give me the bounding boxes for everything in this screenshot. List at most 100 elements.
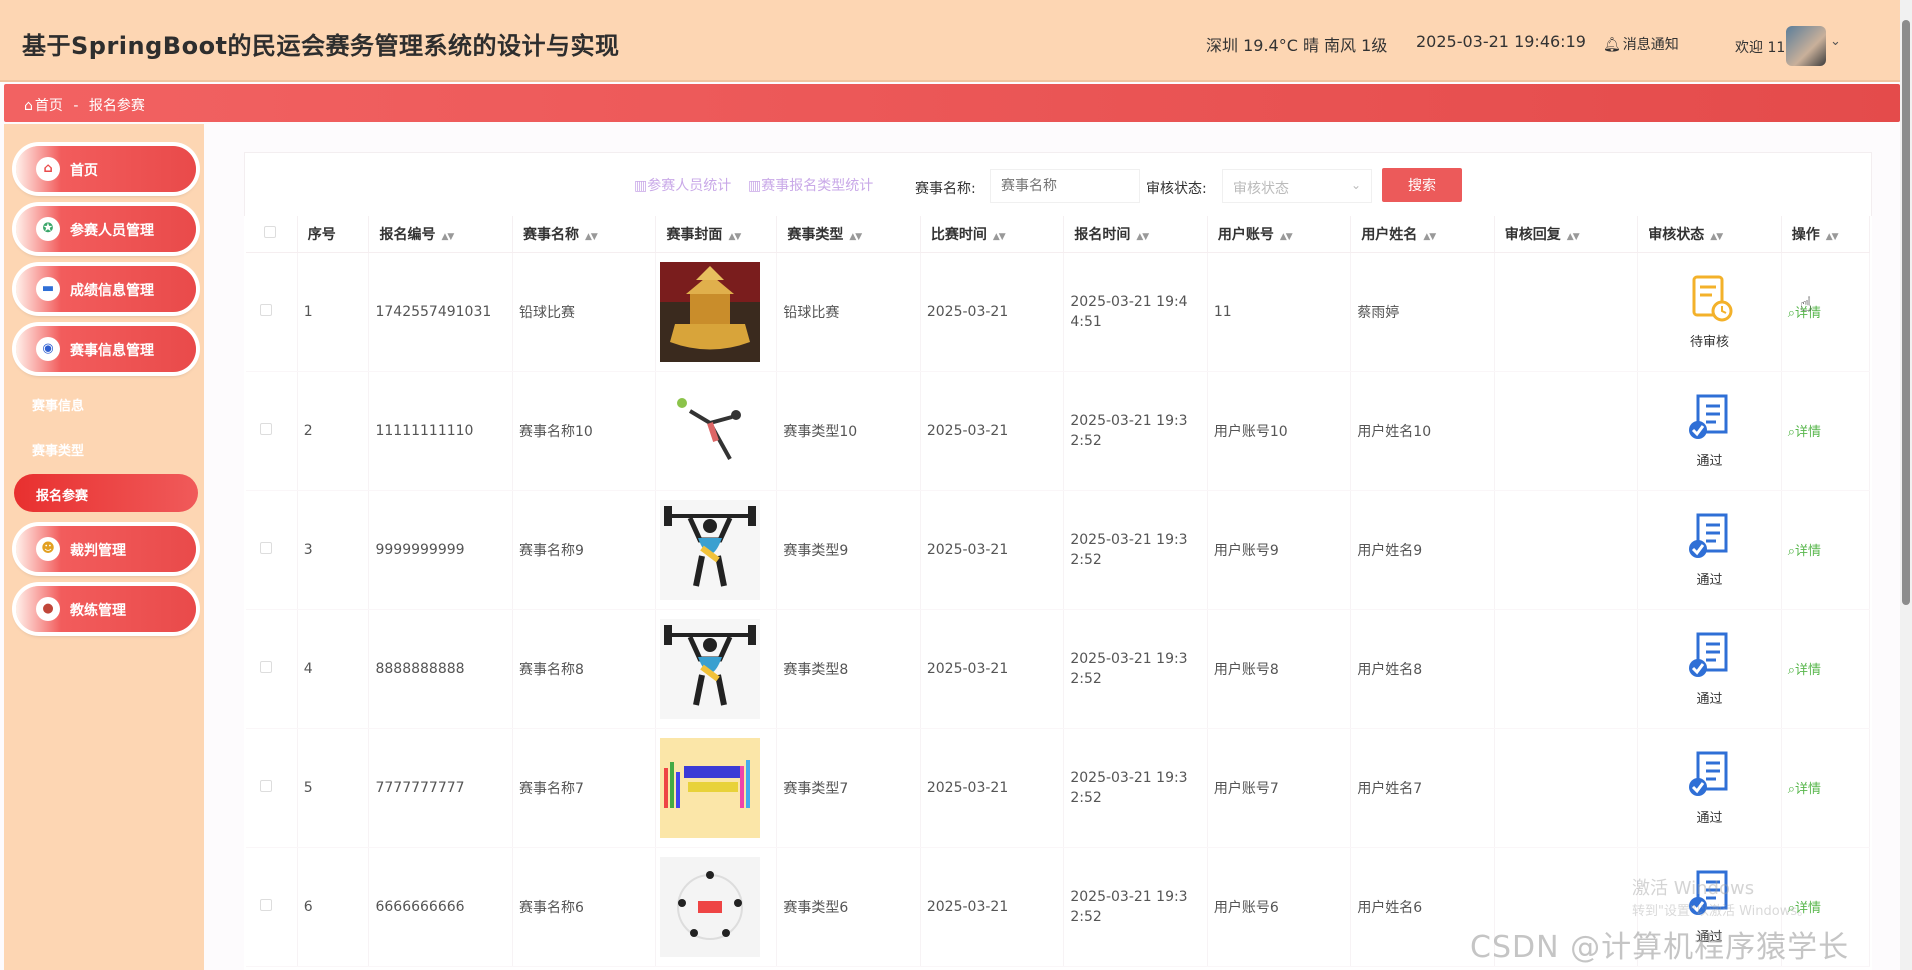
row-checkbox[interactable]	[246, 371, 298, 491]
cell-cover	[655, 847, 778, 967]
sort-icon[interactable]: ▲▼	[1136, 232, 1149, 242]
cell-no: 3	[297, 490, 370, 610]
notify-label: 消息通知	[1622, 37, 1679, 53]
cell-account: 用户账号7	[1207, 728, 1352, 848]
home-icon[interactable]: ⌂	[24, 98, 33, 114]
sidebar-item-label: 成绩信息管理	[70, 283, 154, 299]
cell-code: 7777777777	[368, 728, 513, 848]
cell-reply	[1494, 252, 1639, 372]
row-checkbox[interactable]	[246, 847, 298, 967]
col-header[interactable]: 赛事封面 ▲▼	[655, 216, 778, 253]
cell-no: 6	[297, 847, 370, 967]
col-header[interactable]: 审核回复 ▲▼	[1494, 216, 1639, 253]
event-cover-image	[660, 499, 776, 600]
breadcrumb-home[interactable]: 首页	[35, 98, 63, 114]
col-header[interactable]: 赛事类型 ▲▼	[776, 216, 921, 253]
row-checkbox[interactable]	[246, 728, 298, 848]
cell-reg-time: 2025-03-21 19:32:52	[1063, 609, 1208, 729]
sort-icon[interactable]: ▲▼	[728, 232, 741, 242]
chevron-down-icon[interactable]: ⌄	[1830, 34, 1841, 49]
sort-icon[interactable]: ▲▼	[1826, 232, 1839, 242]
col-header[interactable]: 操作 ▲▼	[1781, 216, 1871, 253]
cell-account: 用户账号10	[1207, 371, 1352, 491]
cell-reg-time: 2025-03-21 19:32:52	[1063, 490, 1208, 610]
sidebar-item-home[interactable]: ⌂ 首页	[16, 146, 196, 192]
cell-reply	[1494, 490, 1639, 610]
cell-status: 通过	[1637, 728, 1782, 848]
cell-event-type: 赛事类型9	[776, 490, 921, 610]
col-header[interactable]: 报名编号 ▲▼	[368, 216, 513, 253]
participant-stats-link[interactable]: ▥参赛人员统计	[634, 175, 731, 195]
cell-actions: ⌕详情	[1781, 252, 1871, 372]
col-header[interactable]: 报名时间 ▲▼	[1063, 216, 1208, 253]
detail-button[interactable]: ⌕详情	[1788, 782, 1821, 797]
cell-no: 1	[297, 252, 370, 372]
row-checkbox[interactable]	[246, 252, 298, 372]
sort-icon[interactable]: ▲▼	[849, 232, 862, 242]
sidebar-item-events[interactable]: ◉ 赛事信息管理	[16, 326, 196, 372]
cell-code: 9999999999	[368, 490, 513, 610]
status-text: 通过	[1696, 692, 1723, 707]
review-status-select[interactable]: 审核状态 ⌄	[1222, 169, 1372, 203]
sort-icon[interactable]: ▲▼	[441, 232, 454, 242]
event-cover-image	[660, 380, 776, 481]
sort-icon[interactable]: ▲▼	[993, 232, 1006, 242]
scrollbar-thumb[interactable]	[1902, 20, 1910, 605]
search-button[interactable]: 搜索	[1382, 168, 1462, 202]
sidebar-item-label: 报名参赛	[36, 489, 89, 504]
badge-icon: ✪	[36, 217, 60, 241]
sidebar-sub-event-type[interactable]: 赛事类型	[32, 440, 84, 459]
sort-icon[interactable]: ▲▼	[1280, 232, 1293, 242]
sort-icon[interactable]: ▲▼	[585, 232, 598, 242]
sidebar-item-label: 参赛人员管理	[70, 223, 154, 239]
cell-no: 2	[297, 371, 370, 491]
cell-event-name: 赛事名称9	[512, 490, 657, 610]
col-header[interactable]: 用户姓名 ▲▼	[1350, 216, 1495, 253]
registration-type-stats-link[interactable]: ▥赛事报名类型统计	[748, 175, 873, 195]
cell-status: 通过	[1637, 371, 1782, 491]
cell-match-time: 2025-03-21	[920, 609, 1065, 729]
cell-cover	[655, 609, 778, 729]
sidebar-item-referees[interactable]: ☻ 裁判管理	[16, 526, 196, 572]
sidebar-item-scores[interactable]: ▬ 成绩信息管理	[16, 266, 196, 312]
sort-icon[interactable]: ▲▼	[1567, 232, 1580, 242]
sort-icon[interactable]: ▲▼	[1710, 232, 1723, 242]
sidebar-sub-event-info[interactable]: 赛事信息	[32, 395, 84, 414]
detail-button[interactable]: ⌕详情	[1788, 425, 1821, 440]
search-icon: ⌕	[1787, 663, 1796, 678]
cell-username: 用户姓名7	[1350, 728, 1495, 848]
avatar[interactable]	[1786, 26, 1826, 66]
cell-reg-time: 2025-03-21 19:32:52	[1063, 728, 1208, 848]
cell-match-time: 2025-03-21	[920, 490, 1065, 610]
select-all-checkbox[interactable]	[246, 216, 298, 253]
cell-code: 8888888888	[368, 609, 513, 729]
col-header[interactable]: 用户账号 ▲▼	[1207, 216, 1352, 253]
sort-icon[interactable]: ▲▼	[1423, 232, 1436, 242]
table-row: 4 8888888888 赛事名称8 赛事类型8 2025-03-21 2025-03-2…	[246, 609, 1871, 729]
col-header[interactable]: 审核状态 ▲▼	[1637, 216, 1782, 253]
col-header: 序号	[297, 216, 370, 253]
row-checkbox[interactable]	[246, 609, 298, 729]
sidebar-item-participants[interactable]: ✪ 参赛人员管理	[16, 206, 196, 252]
event-name-input[interactable]	[990, 169, 1140, 203]
sidebar-item-label: 裁判管理	[70, 543, 126, 559]
cell-cover	[655, 252, 778, 372]
sidebar-item-coaches[interactable]: ● 教练管理	[16, 586, 196, 632]
cell-reg-time: 2025-03-21 19:32:52	[1063, 371, 1208, 491]
row-checkbox[interactable]	[246, 490, 298, 610]
registration-table: 序号 报名编号 ▲▼ 赛事名称 ▲▼ 赛事封面 ▲▼ 赛事类型 ▲▼ 比赛时间 ▲▼ 报名…	[246, 216, 1871, 967]
cell-reply	[1494, 371, 1639, 491]
col-header[interactable]: 赛事名称 ▲▼	[512, 216, 657, 253]
event-cover-image	[660, 737, 776, 838]
cell-account: 用户账号9	[1207, 490, 1352, 610]
cell-account: 用户账号8	[1207, 609, 1352, 729]
sidebar-sub-registration[interactable]: 报名参赛	[14, 474, 198, 512]
cell-username: 用户姓名10	[1350, 371, 1495, 491]
current-datetime: 2025-03-21 19:46:19	[1416, 32, 1586, 51]
col-header[interactable]: 比赛时间 ▲▼	[920, 216, 1065, 253]
detail-button[interactable]: ⌕详情	[1788, 544, 1821, 559]
detail-button[interactable]: ⌕详情	[1788, 663, 1821, 678]
bell-icon: 🔔︎	[1603, 37, 1621, 53]
windows-activation-text: 激活 Windows	[1632, 878, 1755, 899]
notify-button[interactable]: 🔔︎ 消息通知	[1603, 34, 1679, 54]
